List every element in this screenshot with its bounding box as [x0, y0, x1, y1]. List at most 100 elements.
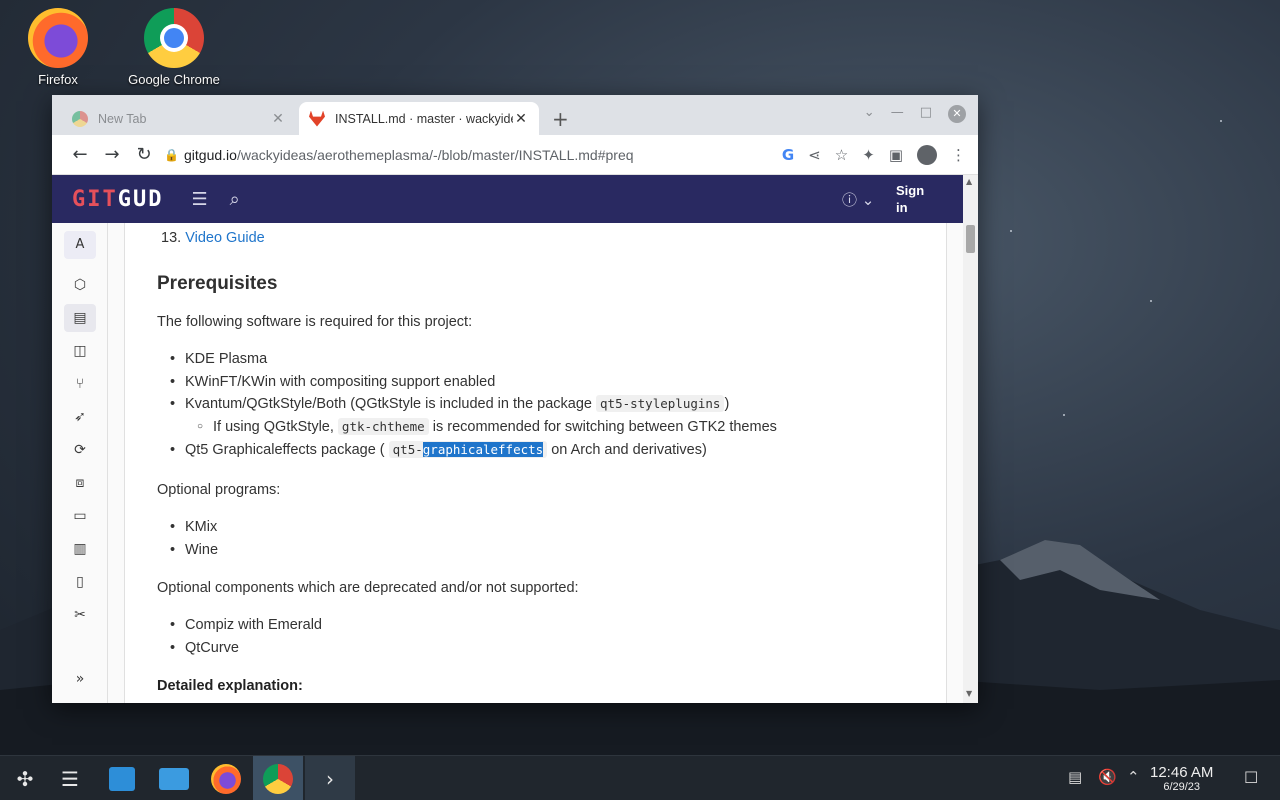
paragraph: Optional components which are deprecated…: [157, 580, 579, 596]
taskbar: ✣ ☰ › ▤ 🔇 ⌃ 12:46 AM 6/29/23 ☐: [0, 755, 1280, 800]
chrome-icon: [144, 8, 204, 68]
list-item-text: QtCurve: [185, 639, 239, 656]
url-path: /wackyideas/aerothemeplasma/-/blob/maste…: [236, 146, 634, 163]
close-tab-icon[interactable]: ✕: [270, 110, 286, 127]
desktop-icon-label: Google Chrome: [128, 72, 220, 87]
reload-icon[interactable]: ↻: [128, 144, 160, 165]
sign-in-link[interactable]: Sign in: [896, 182, 936, 216]
inline-code: gtk-chtheme: [337, 417, 429, 435]
deployments-icon[interactable]: ⟳: [64, 436, 96, 464]
firefox-taskbar-icon[interactable]: [201, 756, 251, 800]
scroll-down-icon[interactable]: ▼: [966, 689, 972, 698]
chrome-icon: [72, 110, 88, 127]
list-item: 13. Video Guide: [161, 230, 265, 246]
list-item-text: ): [724, 396, 730, 412]
hamburger-menu-icon[interactable]: ☰: [192, 189, 208, 210]
discover-store-icon[interactable]: [97, 756, 147, 800]
window-controls: ⌄ — □ ✕: [864, 105, 966, 123]
search-icon[interactable]: ⌕: [230, 189, 240, 210]
packages-icon[interactable]: ⧈: [64, 469, 96, 497]
scroll-up-icon[interactable]: ▲: [966, 177, 972, 186]
desktop-icon-firefox[interactable]: Firefox: [3, 8, 113, 88]
tab-install-md[interactable]: INSTALL.md · master · wackyideas / aerot…: [299, 102, 539, 135]
chrome-taskbar-icon[interactable]: [253, 756, 303, 800]
deprecated-list: Compiz with Emerald QtCurve: [170, 614, 322, 659]
list-item: Qt5 Graphicaleffects package ( qt5-graph…: [170, 439, 777, 462]
issues-icon[interactable]: ◫: [64, 337, 96, 365]
side-panel-icon[interactable]: ▣: [889, 146, 903, 164]
ci-cd-rocket-icon[interactable]: ➶: [64, 403, 96, 431]
list-item: Kvantum/QGtkStyle/Both (QGtkStyle is inc…: [170, 393, 777, 416]
video-guide-link[interactable]: Video Guide: [185, 230, 265, 246]
wiki-icon[interactable]: ▯: [64, 568, 96, 596]
markdown-content: 13. Video Guide Prerequisites The follow…: [124, 223, 947, 703]
tab-title: INSTALL.md · master · wackyideas / aerot…: [335, 111, 513, 126]
list-item: Compiz with Emerald: [170, 614, 322, 637]
bookmark-star-icon[interactable]: ☆: [835, 146, 848, 164]
profile-avatar-icon[interactable]: [917, 144, 937, 165]
list-item: KMix: [170, 516, 218, 539]
snippets-icon[interactable]: ✂: [64, 601, 96, 629]
list-item-text: KMix: [185, 519, 218, 535]
chevron-down-icon[interactable]: ⌄: [864, 105, 875, 123]
repository-icon[interactable]: ▤: [64, 304, 96, 332]
show-desktop-icon[interactable]: ☐: [1244, 768, 1258, 787]
app-launcher-icon[interactable]: ✣: [0, 756, 50, 800]
prerequisites-heading: Prerequisites: [157, 273, 278, 294]
sub-list-item: If using QGtkStyle, gtk-chtheme is recom…: [185, 416, 777, 439]
close-tab-icon[interactable]: ✕: [513, 110, 529, 127]
detailed-explanation-heading: Detailed explanation:: [157, 678, 303, 694]
analytics-icon[interactable]: ▥: [64, 535, 96, 563]
project-avatar[interactable]: A: [64, 231, 96, 259]
help-icon[interactable]: ⓘ ⌄: [842, 189, 874, 210]
required-list: KDE Plasma KWinFT/KWin with compositing …: [170, 348, 777, 462]
share-icon[interactable]: ⋖: [808, 146, 821, 164]
list-item: KWinFT/KWin with compositing support ena…: [170, 371, 777, 394]
minimize-icon[interactable]: —: [891, 105, 904, 123]
tab-new-tab[interactable]: New Tab ✕: [62, 102, 296, 135]
browser-window: New Tab ✕ INSTALL.md · master · wackyide…: [52, 95, 978, 703]
merge-requests-icon[interactable]: ⑂: [64, 370, 96, 398]
clock-time: 12:46 AM: [1150, 764, 1214, 781]
selected-text: graphicaleffects: [422, 442, 544, 457]
desktop-icon-label: Firefox: [38, 72, 78, 87]
chevron-up-icon[interactable]: ⌃: [1127, 768, 1140, 786]
menu-kebab-icon[interactable]: ⋮: [951, 146, 966, 164]
gitgud-logo[interactable]: GITGUD: [72, 187, 164, 212]
pager-icon[interactable]: ☰: [45, 756, 95, 800]
clock-date: 6/29/23: [1163, 781, 1201, 793]
back-icon[interactable]: ←: [64, 144, 96, 165]
list-item-text: on Arch and derivatives): [551, 442, 707, 458]
new-tab-icon[interactable]: +: [552, 107, 569, 131]
extensions-icon[interactable]: ✦: [862, 146, 875, 164]
list-item: KDE Plasma: [170, 348, 777, 371]
list-item-text: is recommended for switching between GTK…: [432, 418, 777, 435]
inline-code: qt5-styleplugins: [596, 395, 725, 412]
page-scrollbar[interactable]: ▲ ▼: [963, 175, 978, 703]
close-window-icon[interactable]: ✕: [948, 105, 966, 123]
forward-icon[interactable]: →: [96, 144, 128, 165]
scrollbar-thumb[interactable]: [966, 225, 975, 253]
tab-strip: New Tab ✕ INSTALL.md · master · wackyide…: [52, 95, 978, 135]
optional-list: KMix Wine: [170, 516, 218, 562]
list-item-text: KWinFT/KWin with compositing support ena…: [185, 373, 496, 390]
expand-sidebar-icon[interactable]: »: [64, 665, 96, 693]
list-item: Wine: [170, 539, 218, 562]
clipboard-icon[interactable]: ▤: [1068, 768, 1082, 786]
desktop-icon-chrome[interactable]: Google Chrome: [119, 8, 229, 88]
project-sidebar: A ⬡ ▤ ◫ ⑂ ➶ ⟳ ⧈ ▭ ▥ ▯ ✂ »: [52, 223, 108, 703]
lock-icon[interactable]: 🔒: [164, 148, 184, 162]
volume-muted-icon[interactable]: 🔇: [1098, 768, 1117, 786]
address-bar[interactable]: 🔒 gitgud.io/wackyideas/aerothemeplasma/-…: [164, 139, 782, 171]
project-info-icon[interactable]: ⬡: [64, 271, 96, 299]
monitor-icon[interactable]: ▭: [64, 502, 96, 530]
terminal-taskbar-icon[interactable]: ›: [305, 756, 355, 800]
inline-code: qt5-graphicaleffects: [388, 441, 548, 458]
maximize-icon[interactable]: □: [920, 105, 932, 123]
clock[interactable]: 12:46 AM 6/29/23: [1150, 764, 1213, 793]
code-text: qt5-: [392, 442, 423, 457]
page-body: A ⬡ ▤ ◫ ⑂ ➶ ⟳ ⧈ ▭ ▥ ▯ ✂ » 13. Video Guid…: [52, 223, 963, 703]
file-manager-icon[interactable]: [149, 756, 199, 800]
url-domain: gitgud.io: [184, 146, 237, 163]
google-translate-icon[interactable]: G: [782, 146, 794, 164]
